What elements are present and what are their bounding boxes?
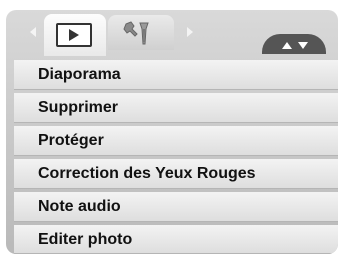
menu-item-diaporama[interactable]: Diaporama bbox=[14, 60, 338, 90]
scroll-indicator bbox=[262, 34, 326, 54]
menu-item-note-audio[interactable]: Note audio bbox=[14, 192, 338, 222]
playback-menu-list: Diaporama Supprimer Protéger Correction … bbox=[14, 60, 338, 254]
tools-icon bbox=[123, 21, 149, 45]
tab-right-arrow-icon[interactable] bbox=[187, 27, 193, 37]
menu-item-supprimer[interactable]: Supprimer bbox=[14, 93, 338, 123]
menu-item-label: Diaporama bbox=[38, 66, 121, 83]
menu-item-label: Protéger bbox=[38, 132, 104, 149]
menu-item-label: Editer photo bbox=[38, 231, 133, 248]
up-arrow-icon[interactable] bbox=[282, 42, 292, 49]
menu-item-label: Note audio bbox=[38, 198, 121, 215]
tab-bar bbox=[6, 10, 338, 56]
menu-frame: Diaporama Supprimer Protéger Correction … bbox=[6, 10, 338, 254]
play-icon bbox=[56, 23, 92, 47]
menu-item-proteger[interactable]: Protéger bbox=[14, 126, 338, 156]
menu-item-label: Correction des Yeux Rouges bbox=[38, 165, 256, 182]
menu-item-editer-photo[interactable]: Editer photo bbox=[14, 225, 338, 254]
menu-item-correction-yeux-rouges[interactable]: Correction des Yeux Rouges bbox=[14, 159, 338, 189]
camera-playback-menu-screen: Diaporama Supprimer Protéger Correction … bbox=[0, 0, 340, 256]
tab-left-arrow-icon[interactable] bbox=[30, 27, 36, 37]
menu-item-label: Supprimer bbox=[38, 99, 119, 116]
tab-setup[interactable] bbox=[108, 15, 174, 50]
tab-playback[interactable] bbox=[44, 14, 106, 56]
down-arrow-icon[interactable] bbox=[298, 42, 308, 49]
